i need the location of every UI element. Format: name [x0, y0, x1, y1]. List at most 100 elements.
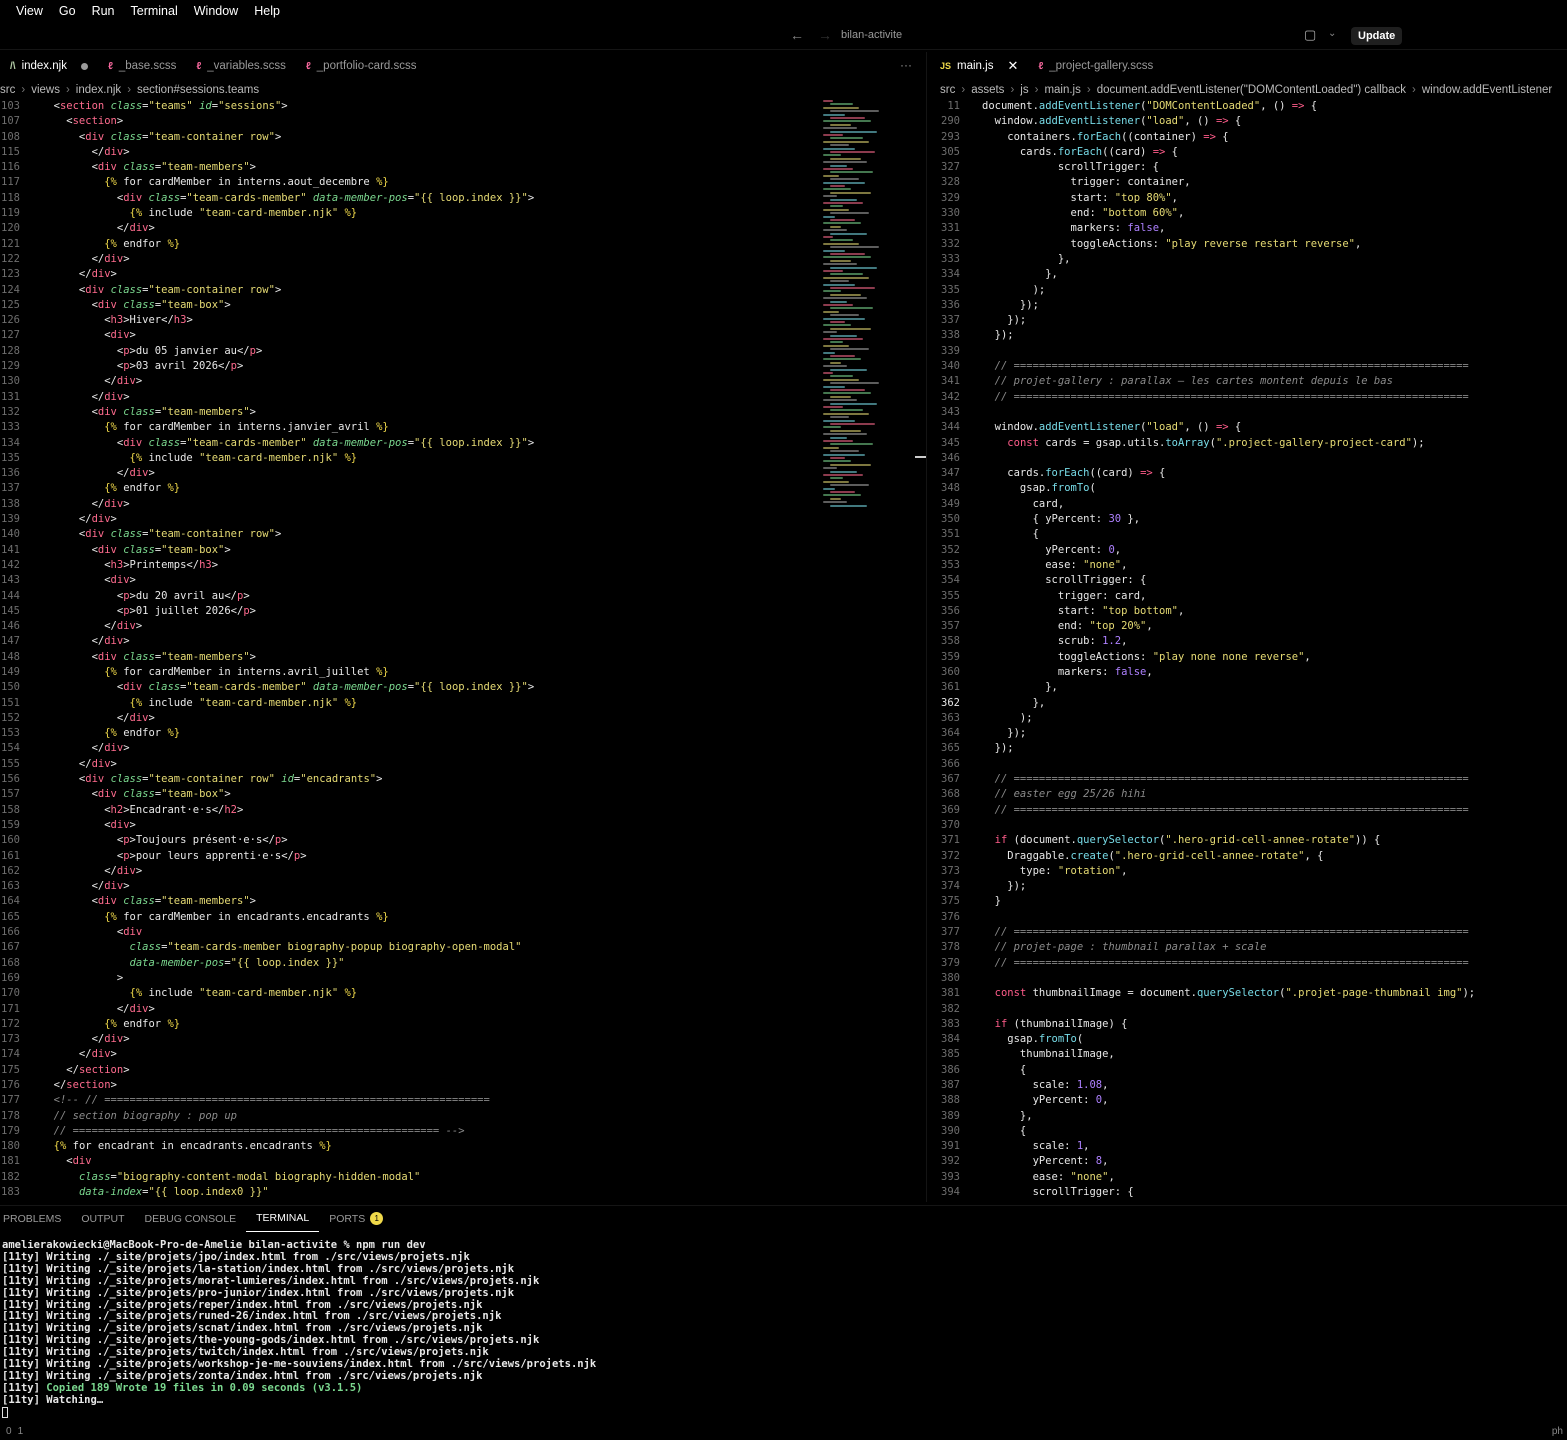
code-line: 382 [930, 1002, 1567, 1017]
code-text: data-index="{{ loop.index0 }}" [78, 1186, 269, 1199]
line-number: 379 [941, 956, 960, 969]
breadcrumb-item[interactable]: document.addEventListener("DOMContentLoa… [1097, 84, 1406, 96]
menu-item-terminal[interactable]: Terminal [123, 4, 186, 18]
panel-tab-output[interactable]: OUTPUT [71, 1206, 134, 1232]
code-line: 134 <div class="team-cards-member" data-… [0, 436, 925, 451]
minimap-line [823, 290, 841, 293]
code-line: 153 {% endfor %} [0, 726, 925, 741]
code-text: <div [41, 1155, 92, 1168]
minimap-line [823, 140, 869, 143]
line-number: 183 [1, 1186, 20, 1199]
minimap-line [830, 334, 857, 337]
minimap[interactable] [815, 100, 880, 520]
line-number: 366 [941, 757, 960, 770]
tab-label: index.njk [21, 60, 67, 72]
minimap-line [830, 171, 873, 174]
minimap-line [823, 487, 835, 490]
window-title[interactable]: bilan-activite [841, 29, 902, 41]
breadcrumb-item[interactable]: assets [971, 84, 1004, 96]
breadcrumb-item[interactable]: main.js [1044, 84, 1080, 96]
line-number: 373 [941, 864, 960, 877]
breadcrumb-item[interactable]: window.addEventListener [1422, 84, 1552, 96]
line-number: 381 [941, 987, 960, 1000]
line-number: 153 [1, 727, 20, 740]
line-number: 129 [1, 360, 20, 373]
breadcrumb-item[interactable]: src [940, 84, 955, 96]
tab--project-gallery-scss[interactable]: ℓ _project-gallery.scss [1028, 52, 1163, 80]
close-icon[interactable]: ✕ [1007, 58, 1018, 74]
scss-file-icon: ℓ [305, 60, 311, 72]
line-number: 130 [1, 375, 20, 388]
code-line: 370 [930, 818, 1567, 833]
line-number: 349 [941, 497, 960, 510]
line-number: 103 [1, 100, 20, 112]
tab-index-njk[interactable]: /\ index.njk [0, 52, 98, 80]
menu-item-view[interactable]: View [0, 4, 51, 18]
minimap-line [830, 450, 859, 453]
menu-item-go[interactable]: Go [51, 4, 84, 18]
code-line: 327 scrollTrigger: { [930, 160, 1567, 175]
code-text: class="biography-content-modal biography… [78, 1170, 421, 1183]
minimap-line [823, 100, 833, 102]
code-line: 290 window.addEventListener("load", () =… [930, 114, 1567, 129]
status-right[interactable]: ph [1552, 1426, 1563, 1437]
code-text: {% endfor %} [104, 1017, 181, 1030]
tab--portfolio-card-scss[interactable]: ℓ _portfolio-card.scss [296, 52, 427, 80]
breadcrumb-item[interactable]: src [0, 84, 15, 96]
minimap-line [830, 185, 845, 187]
line-number: 164 [1, 895, 20, 908]
menu-item-run[interactable]: Run [84, 4, 123, 18]
panel-tab-terminal[interactable]: TERMINAL [246, 1206, 320, 1232]
menu-item-window[interactable]: Window [186, 4, 246, 18]
unsaved-dot-icon[interactable] [80, 62, 88, 70]
minimap-line [830, 504, 867, 507]
forward-arrow-icon[interactable]: → [818, 27, 832, 43]
tab-main-js[interactable]: JS main.js ✕ [930, 52, 1028, 80]
panel-tab-debug-console[interactable]: DEBUG CONSOLE [135, 1206, 247, 1232]
editor-split-divider[interactable] [926, 52, 927, 1202]
minimap-line [830, 321, 845, 323]
code-line: 146 </div> [0, 619, 925, 634]
panel-tab-ports[interactable]: PORTS 1 [319, 1206, 393, 1232]
panel-tab-problems[interactable]: PROBLEMS [0, 1206, 71, 1232]
line-number: 117 [1, 176, 20, 189]
chevron-down-icon[interactable]: ⌄ [1328, 28, 1336, 39]
terminal-cursor [2, 1406, 8, 1418]
status-ports[interactable]: 1 [18, 1426, 24, 1437]
breadcrumb-item[interactable]: section#sessions.teams [137, 84, 259, 96]
code-line: 129 <p>03 avril 2026</p> [0, 359, 925, 374]
code-text: {% for encadrant in encadrants.encadrant… [53, 1140, 332, 1153]
breadcrumb-item[interactable]: js [1020, 84, 1028, 96]
status-errors[interactable]: 0 [6, 1426, 12, 1437]
update-button[interactable]: Update [1351, 27, 1403, 45]
code-text: </div> [41, 222, 155, 235]
code-text: <div class="team-cards-member" data-memb… [41, 681, 535, 694]
code-text: </div> [41, 252, 130, 265]
build-summary: Copied 189 Wrote 19 files in 0.09 second… [46, 1381, 363, 1394]
code-text: <p>03 avril 2026</p> [41, 360, 244, 373]
code-line: 329 start: "top 80%", [930, 191, 1567, 206]
left-code-editor[interactable]: 103 <section class="teams" id="sessions"… [0, 99, 925, 1203]
minimap-line [830, 443, 873, 446]
breadcrumb-item[interactable]: views [31, 84, 60, 96]
menu-item-help[interactable]: Help [246, 4, 288, 18]
left-editor-tabs: /\ index.njk ℓ _base.scss ℓ _variables.scss ℓ _… [0, 52, 925, 80]
minimap-line [830, 300, 847, 303]
tab--variables-scss[interactable]: ℓ _variables.scss [186, 52, 296, 80]
code-text: start: "top bottom", [982, 604, 1185, 617]
more-actions-icon[interactable]: ··· [900, 58, 912, 72]
terminal-output[interactable]: amelierakowiecki@MacBook-Pro-de-Amelie b… [2, 1240, 1562, 1425]
minimap-line [823, 147, 855, 150]
code-text: </div> [41, 1002, 155, 1015]
code-text: </div> [41, 711, 155, 724]
chat-icon[interactable]: ▢ [1304, 27, 1316, 43]
right-code-editor[interactable]: 11 document.addEventListener("DOMContentL… [930, 99, 1567, 1203]
code-text: }, [982, 268, 1058, 281]
line-number: 125 [1, 298, 20, 311]
tab--base-scss[interactable]: ℓ _base.scss [98, 52, 186, 80]
terminal-prompt[interactable] [2, 1406, 1562, 1419]
code-text: // =====================================… [982, 926, 1469, 939]
breadcrumb-item[interactable]: index.njk [76, 84, 121, 96]
back-arrow-icon[interactable]: ← [790, 27, 804, 43]
